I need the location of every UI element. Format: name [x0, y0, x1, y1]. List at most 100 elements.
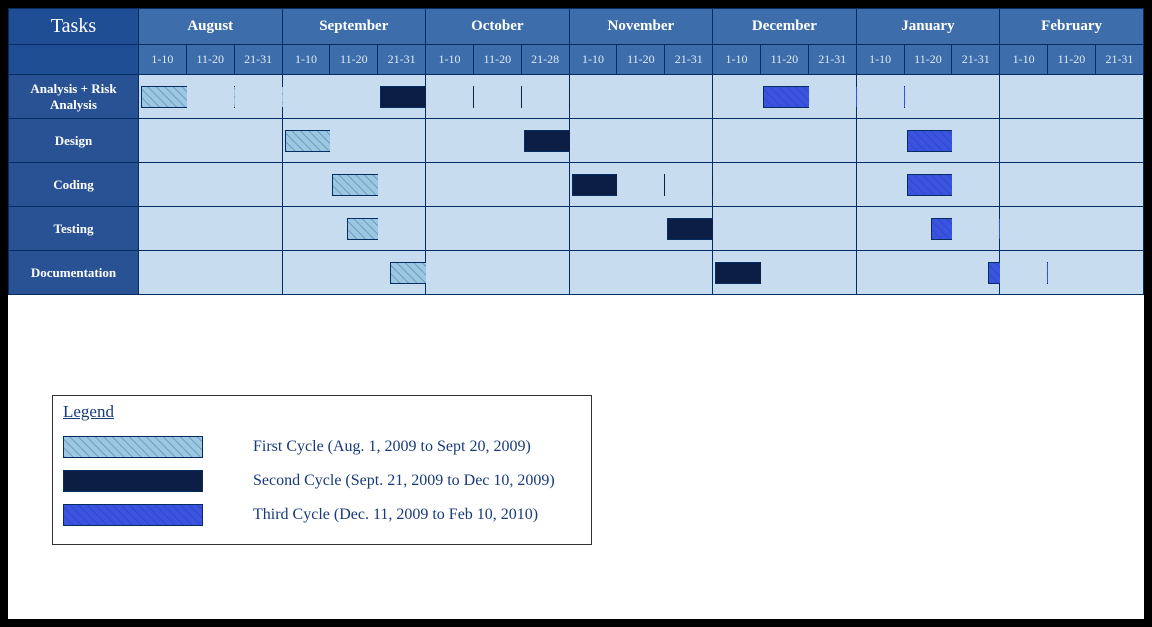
gantt-cell: [617, 207, 665, 251]
gantt-cell: [378, 163, 426, 207]
gantt-cell: [186, 163, 234, 207]
gantt-cell: [713, 207, 761, 251]
month-header: November: [569, 9, 713, 45]
subperiod: 21-31: [808, 45, 856, 75]
legend-label: First Cycle (Aug. 1, 2009 to Sept 20, 20…: [253, 438, 531, 456]
month-header: February: [1000, 9, 1144, 45]
gantt-cell: [330, 163, 378, 207]
gantt-cell: [378, 207, 426, 251]
gantt-cell: [234, 207, 282, 251]
gantt-cell: [378, 251, 426, 295]
gantt-cell: [426, 119, 474, 163]
gantt-sheet: Tasks August September October November …: [8, 8, 1144, 619]
gantt-cell: [426, 207, 474, 251]
gantt-table: Tasks August September October November …: [8, 8, 1144, 295]
gantt-cell: [1000, 119, 1048, 163]
gantt-cell: [234, 251, 282, 295]
gantt-cell: [665, 251, 713, 295]
gantt-cell: [1000, 163, 1048, 207]
subperiod: 11-20: [1048, 45, 1096, 75]
gantt-cell: [808, 119, 856, 163]
legend-item: First Cycle (Aug. 1, 2009 to Sept 20, 20…: [63, 436, 581, 458]
legend-label: Third Cycle (Dec. 11, 2009 to Feb 10, 20…: [253, 506, 538, 524]
gantt-cell: [1000, 251, 1048, 295]
gantt-cell: [473, 75, 521, 119]
gantt-cell: [282, 163, 330, 207]
subperiod: 11-20: [186, 45, 234, 75]
month-header: October: [426, 9, 570, 45]
gantt-cell: [904, 251, 952, 295]
gantt-cell: [1048, 251, 1096, 295]
month-header: September: [282, 9, 426, 45]
gantt-cell: [234, 163, 282, 207]
gantt-cell: [952, 163, 1000, 207]
gantt-cell: [378, 75, 426, 119]
gantt-cell: [521, 75, 569, 119]
gantt-cell: [234, 75, 282, 119]
gantt-cell: [186, 251, 234, 295]
legend-swatch-cycle2: [63, 470, 203, 492]
gantt-cell: [713, 163, 761, 207]
legend-box: Legend First Cycle (Aug. 1, 2009 to Sept…: [52, 395, 592, 545]
subperiod: 11-20: [904, 45, 952, 75]
gantt-cell: [1048, 163, 1096, 207]
gantt-cell: [473, 207, 521, 251]
legend-swatch-cycle3: [63, 504, 203, 526]
legend-swatch-cycle1: [63, 436, 203, 458]
gantt-cell: [760, 163, 808, 207]
gantt-cell: [856, 119, 904, 163]
subperiod: 1-10: [856, 45, 904, 75]
gantt-cell: [282, 251, 330, 295]
gantt-cell: [1095, 251, 1143, 295]
gantt-cell: [330, 119, 378, 163]
gantt-cell: [282, 75, 330, 119]
gantt-cell: [856, 75, 904, 119]
gantt-cell: [282, 119, 330, 163]
gantt-cell: [186, 75, 234, 119]
month-header: December: [713, 9, 857, 45]
legend-item: Second Cycle (Sept. 21, 2009 to Dec 10, …: [63, 470, 581, 492]
gantt-cell: [521, 119, 569, 163]
gantt-cell: [330, 251, 378, 295]
gantt-cell: [856, 251, 904, 295]
subperiod: 1-10: [426, 45, 474, 75]
subhead-blank: [9, 45, 139, 75]
gantt-cell: [713, 75, 761, 119]
gantt-cell: [808, 207, 856, 251]
month-header: January: [856, 9, 1000, 45]
gantt-cell: [1048, 75, 1096, 119]
gantt-cell: [856, 163, 904, 207]
gantt-cell: [330, 207, 378, 251]
gantt-cell: [569, 207, 617, 251]
task-label: Coding: [9, 163, 139, 207]
gantt-cell: [1000, 75, 1048, 119]
gantt-cell: [473, 119, 521, 163]
gantt-cell: [234, 119, 282, 163]
gantt-cell: [282, 207, 330, 251]
gantt-cell: [904, 163, 952, 207]
gantt-cell: [665, 119, 713, 163]
gantt-cell: [186, 207, 234, 251]
subperiod: 11-20: [330, 45, 378, 75]
gantt-cell: [139, 119, 187, 163]
subperiod: 11-20: [473, 45, 521, 75]
task-label: Design: [9, 119, 139, 163]
gantt-cell: [569, 119, 617, 163]
subperiod: 21-28: [521, 45, 569, 75]
gantt-cell: [569, 163, 617, 207]
subperiod: 21-31: [952, 45, 1000, 75]
gantt-cell: [760, 207, 808, 251]
gantt-cell: [760, 251, 808, 295]
gantt-cell: [473, 163, 521, 207]
gantt-cell: [617, 75, 665, 119]
gantt-cell: [139, 163, 187, 207]
subperiod: 21-31: [665, 45, 713, 75]
month-header: August: [139, 9, 283, 45]
gantt-cell: [952, 251, 1000, 295]
gantt-cell: [952, 119, 1000, 163]
gantt-cell: [139, 207, 187, 251]
gantt-cell: [186, 119, 234, 163]
task-label: Testing: [9, 207, 139, 251]
gantt-cell: [1048, 119, 1096, 163]
gantt-cell: [665, 163, 713, 207]
